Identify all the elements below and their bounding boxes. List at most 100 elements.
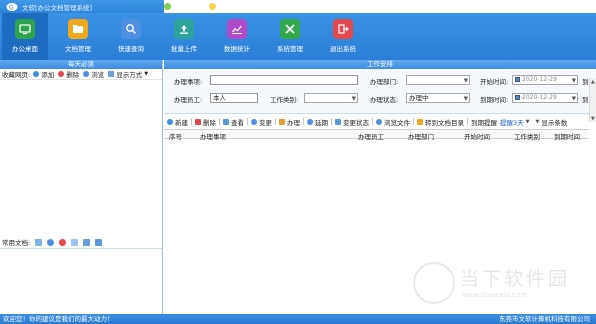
fav-add-button[interactable]: 添加 bbox=[33, 69, 54, 79]
toolbar-docs[interactable]: 文档管理 bbox=[55, 13, 101, 60]
toolbar-search[interactable]: 快速查询 bbox=[108, 13, 154, 60]
favorites-label: 收藏网页: bbox=[2, 71, 31, 79]
handle-icon bbox=[279, 118, 285, 125]
svg-text:G: G bbox=[9, 4, 14, 11]
fav-display-mode-button[interactable]: 显示方式 ▼ bbox=[108, 69, 148, 79]
dept-label: 办理部门: bbox=[370, 78, 399, 86]
date-checkbox[interactable] bbox=[515, 95, 520, 100]
chevron-down-icon: ▼ bbox=[535, 118, 540, 125]
chevron-down-icon: ▼ bbox=[463, 96, 468, 102]
chevron-down-icon: ▼ bbox=[351, 96, 356, 102]
status-icon bbox=[335, 118, 341, 125]
close-button[interactable]: × bbox=[318, 0, 334, 13]
col-dept[interactable]: 办理部门 bbox=[408, 131, 434, 141]
date-checkbox[interactable] bbox=[515, 77, 520, 82]
doc-folder-icon[interactable] bbox=[35, 238, 43, 246]
remind-days-select[interactable]: 提醒3天 ▼ bbox=[500, 117, 530, 127]
folder-icon bbox=[68, 19, 88, 39]
news-link[interactable]: 最新动态 bbox=[241, 2, 276, 12]
start-time-label: 开始时间: bbox=[480, 78, 509, 86]
col-item[interactable]: 办理事项 bbox=[200, 131, 226, 141]
file-icon[interactable] bbox=[71, 238, 79, 246]
view-button[interactable]: 查看 bbox=[223, 117, 248, 127]
table-header: 序号 办理事项 办理员工 办理部门 开始时间 工作类别 到期时间 bbox=[164, 129, 589, 141]
toolbar-upload[interactable]: 批量上传 bbox=[161, 13, 207, 60]
col-start[interactable]: 开始时间 bbox=[464, 131, 490, 141]
fav-delete-button[interactable]: 删除 bbox=[58, 69, 79, 79]
new-icon bbox=[167, 118, 173, 125]
chevron-down-icon: ▼ bbox=[571, 78, 576, 84]
handle-button[interactable]: 办理 bbox=[279, 117, 304, 127]
status-company: 东莞市文软计算机科技有限公司 bbox=[499, 315, 590, 323]
browse-icon bbox=[83, 71, 90, 77]
table-icon[interactable] bbox=[95, 238, 103, 246]
col-person[interactable]: 办理员工 bbox=[358, 131, 384, 141]
title-bar: G 文软[办公文档管理系统] 升级服务 帮助 最新动态 – □ × bbox=[0, 0, 596, 13]
chart-icon bbox=[227, 19, 247, 39]
upgrade-icon bbox=[164, 3, 171, 10]
browse-icon bbox=[376, 118, 382, 125]
col-category[interactable]: 工作类别 bbox=[514, 131, 540, 141]
delete-icon bbox=[58, 71, 65, 77]
minimize-button[interactable]: – bbox=[286, 0, 302, 13]
end-time-label: 到期时间: bbox=[480, 96, 509, 104]
status-select[interactable]: 办理中 ▼ bbox=[406, 93, 470, 103]
action-toolbar: 新建 删除 查看 变更 办理 延期 变更状态 浏览文件 转到文档目录 到期提醒 … bbox=[164, 116, 596, 127]
person-label: 办理员工: bbox=[174, 96, 203, 104]
daily-read-header: 每天必读 bbox=[0, 60, 162, 69]
end-date-picker[interactable]: 2020-12-29 ▼ bbox=[512, 93, 578, 103]
change-status-button[interactable]: 变更状态 bbox=[335, 117, 373, 127]
item-input[interactable] bbox=[210, 75, 358, 85]
help-icon bbox=[209, 3, 216, 10]
toolbar-system[interactable]: 系统管理 bbox=[267, 13, 313, 60]
common-docs-row: 常用文档: bbox=[2, 237, 160, 247]
chevron-down-icon: ▼ bbox=[144, 71, 149, 77]
col-index[interactable]: 序号 bbox=[169, 131, 182, 141]
goto-doc-dir-button[interactable]: 转到文档目录 bbox=[417, 117, 468, 127]
watermark-logo-icon bbox=[413, 262, 455, 304]
new-button[interactable]: 新建 bbox=[167, 117, 192, 127]
maximize-button[interactable]: □ bbox=[302, 0, 318, 13]
upgrade-link[interactable]: 升级服务 bbox=[164, 2, 199, 12]
window-title: 文软[办公文档管理系统] bbox=[22, 3, 93, 12]
main-toolbar: 办公桌面 文档管理 快速查询 批量上传 数据统计 系统管理 退出系统 bbox=[0, 13, 596, 60]
toolbar-exit[interactable]: 退出系统 bbox=[320, 13, 366, 60]
add-icon bbox=[33, 71, 40, 77]
fav-browse-button[interactable]: 浏览 bbox=[83, 69, 104, 79]
delete-icon bbox=[195, 118, 201, 125]
scroll-up-icon[interactable]: ▲ bbox=[591, 79, 596, 85]
app-logo-icon: G bbox=[6, 2, 18, 11]
dept-select[interactable]: ▼ bbox=[406, 75, 470, 85]
change-button[interactable]: 变更 bbox=[251, 117, 276, 127]
extend-button[interactable]: 延期 bbox=[307, 117, 332, 127]
person-input[interactable]: 本人 bbox=[210, 93, 258, 103]
clock-icon bbox=[307, 118, 313, 125]
eye-icon[interactable] bbox=[47, 238, 55, 246]
left-panel: 每天必读 收藏网页: 添加 删除 浏览 显示方式 ▼ 常用文档: bbox=[0, 60, 163, 314]
help-link[interactable]: 帮助 bbox=[209, 2, 231, 12]
list-doc-icon[interactable] bbox=[83, 238, 91, 246]
display-count-select[interactable]: ▼ 显示条数 bbox=[536, 117, 568, 127]
list-icon bbox=[108, 71, 115, 77]
delete-doc-icon[interactable] bbox=[59, 238, 67, 246]
toolbar-stats[interactable]: 数据统计 bbox=[214, 13, 260, 60]
status-welcome: 欢迎您！你的建议是我们的最大动力！ bbox=[3, 315, 114, 323]
toolbar-desk[interactable]: 办公桌面 bbox=[2, 13, 48, 60]
folder-icon bbox=[417, 118, 423, 125]
col-end[interactable]: 到期时间 bbox=[554, 131, 580, 141]
upload-icon bbox=[174, 19, 194, 39]
favorites-toolbar: 收藏网页: 添加 删除 浏览 显示方式 ▼ bbox=[0, 69, 162, 80]
news-icon bbox=[241, 3, 248, 10]
start-date-picker[interactable]: 2020-12-29 ▼ bbox=[512, 75, 578, 85]
watermark: 当下软件园 www.downxia.com bbox=[413, 262, 573, 304]
to-label: 到 bbox=[582, 78, 589, 86]
status-label: 办理状态: bbox=[370, 96, 399, 104]
chevron-down-icon: ▼ bbox=[463, 78, 468, 84]
category-select[interactable]: ▼ bbox=[304, 93, 358, 103]
divider bbox=[0, 248, 162, 249]
work-schedule-header: 工作安排 bbox=[164, 60, 596, 69]
delete-button[interactable]: 删除 bbox=[195, 117, 220, 127]
browse-file-button[interactable]: 浏览文件 bbox=[376, 117, 414, 127]
due-reminder-button[interactable]: 到期提醒 bbox=[471, 117, 497, 127]
status-bar: 欢迎您！你的建议是我们的最大动力！ 东莞市文软计算机科技有限公司 bbox=[0, 314, 596, 324]
